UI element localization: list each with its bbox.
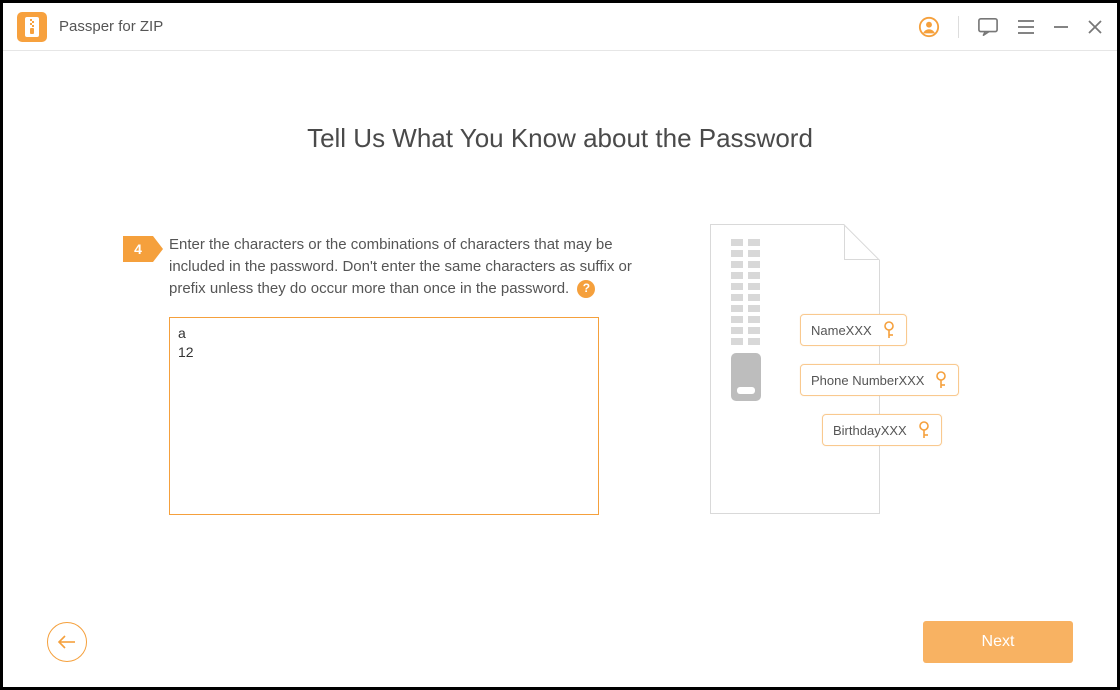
page-title: Tell Us What You Know about the Password (63, 123, 1057, 154)
help-icon[interactable]: ? (577, 280, 595, 298)
close-icon[interactable] (1087, 19, 1103, 35)
back-button[interactable] (47, 622, 87, 662)
hint-label: BirthdayXXX (833, 423, 907, 438)
hint-label: Phone NumberXXX (811, 373, 924, 388)
hint-tag-phone: Phone NumberXXX (800, 364, 959, 396)
instruction-body: Enter the characters or the combinations… (169, 236, 632, 297)
page-fold (844, 224, 880, 260)
zip-illustration: NameXXX Phone NumberXXX BirthdayXXX (710, 224, 990, 524)
step-badge: 4 (123, 236, 153, 262)
separator (958, 16, 959, 38)
key-icon (934, 371, 948, 389)
menu-icon[interactable] (1017, 19, 1035, 35)
zipper-pattern (731, 239, 761, 345)
hint-label: NameXXX (811, 323, 872, 338)
next-button[interactable]: Next (923, 621, 1073, 663)
characters-input[interactable] (169, 317, 599, 515)
instruction-text: Enter the characters or the combinations… (169, 234, 643, 299)
footer: Next (3, 597, 1117, 687)
feedback-icon[interactable] (977, 17, 999, 37)
titlebar: Passper for ZIP (3, 3, 1117, 51)
hint-tag-birthday: BirthdayXXX (822, 414, 942, 446)
minimize-icon[interactable] (1053, 19, 1069, 35)
key-icon (917, 421, 931, 439)
app-window: Passper for ZIP Tell Us What You Know ab… (3, 3, 1117, 687)
right-panel: NameXXX Phone NumberXXX BirthdayXXX (643, 234, 1057, 524)
account-icon[interactable] (918, 16, 940, 38)
content-area: Tell Us What You Know about the Password… (3, 51, 1117, 597)
app-icon (17, 12, 47, 42)
key-icon (882, 321, 896, 339)
titlebar-controls (918, 16, 1103, 38)
left-panel: 4 Enter the characters or the combinatio… (123, 234, 643, 524)
app-title: Passper for ZIP (59, 18, 163, 35)
hint-tag-name: NameXXX (800, 314, 907, 346)
zipper-slider (731, 353, 761, 401)
